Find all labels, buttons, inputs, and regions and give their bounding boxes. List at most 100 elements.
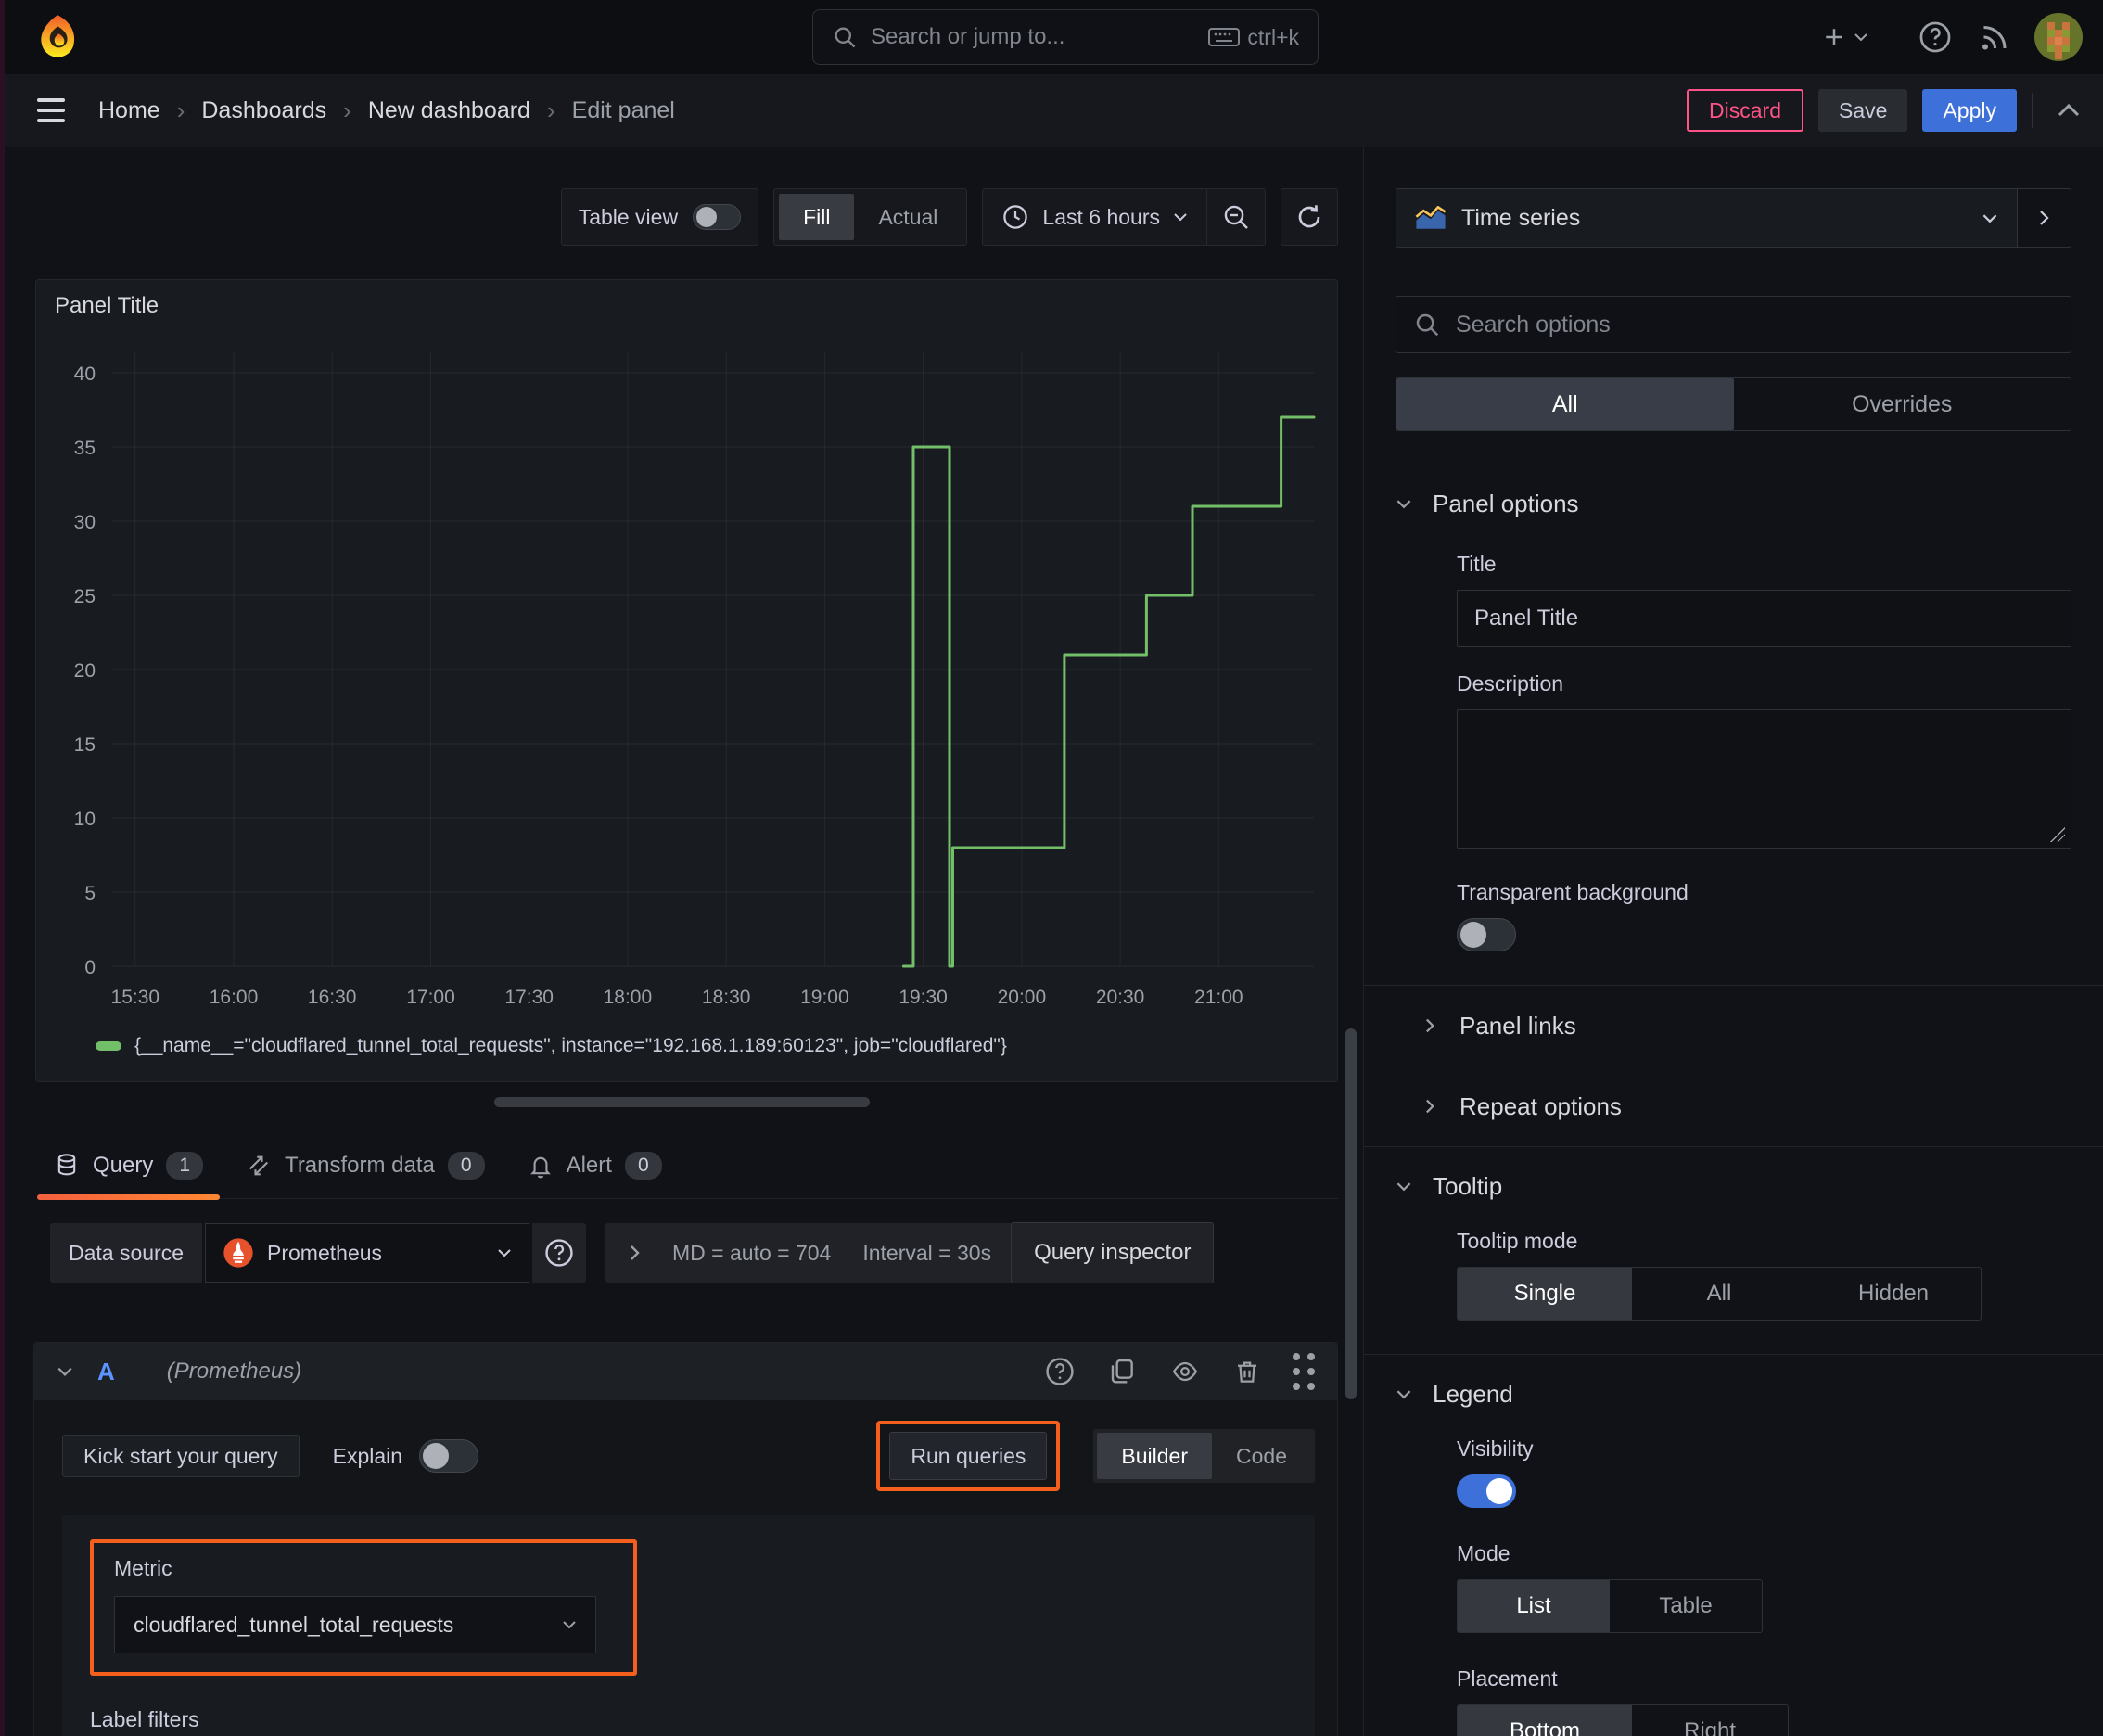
apply-button[interactable]: Apply (1922, 89, 2017, 132)
chevron-right-icon[interactable] (630, 1245, 641, 1261)
help-icon[interactable] (1044, 1356, 1076, 1387)
tooltip-mode-label: Tooltip mode (1457, 1229, 1578, 1253)
pane-resize-handle[interactable] (493, 1097, 870, 1107)
panel-options-body: Title Description Transparent background (1396, 542, 2071, 985)
legend-body: Visibility Mode List Table Placement Bot… (1396, 1433, 2071, 1736)
max-data-points[interactable]: MD = auto = 704 (672, 1241, 831, 1266)
legend-visibility-toggle[interactable] (1457, 1474, 1516, 1508)
datasource-select[interactable]: Prometheus (205, 1223, 530, 1283)
interval[interactable]: Interval = 30s (862, 1241, 991, 1266)
user-avatar[interactable] (2034, 13, 2083, 61)
legend-mode-label: Mode (1457, 1541, 1510, 1565)
query-inspector-button[interactable]: Query inspector (1011, 1222, 1215, 1283)
tooltip-mode-single[interactable]: Single (1458, 1268, 1632, 1320)
title-input[interactable] (1457, 590, 2071, 647)
run-queries-button[interactable]: Run queries (889, 1432, 1048, 1480)
transparent-toggle[interactable] (1457, 918, 1516, 951)
svg-text:0: 0 (84, 957, 96, 978)
tooltip-body: Tooltip mode Single All Hidden (1396, 1225, 2071, 1354)
collapse-header-button[interactable] (2057, 103, 2081, 118)
breadcrumb: Home › Dashboards › New dashboard › Edit… (98, 96, 675, 125)
menu-toggle-button[interactable] (37, 98, 65, 122)
tab-query[interactable]: Query 1 (37, 1139, 221, 1200)
legend-mode-table[interactable]: Table (1610, 1580, 1762, 1632)
description-label: Description (1457, 671, 1564, 696)
svg-text:35: 35 (74, 438, 96, 459)
tooltip-header[interactable]: Tooltip (1396, 1147, 2071, 1225)
news-button[interactable] (1977, 20, 2010, 54)
time-range-button[interactable]: Last 6 hours (983, 189, 1206, 245)
trash-icon[interactable] (1233, 1357, 1261, 1386)
time-series-chart[interactable]: 0 5 10 15 20 25 30 35 40 15:30 16:00 16:30 17:00 17:3… (53, 326, 1320, 1028)
description-textarea[interactable] (1457, 709, 2071, 849)
refresh-button[interactable] (1281, 188, 1338, 246)
legend-header[interactable]: Legend (1396, 1355, 2071, 1433)
tab-all[interactable]: All (1396, 378, 1734, 430)
resize-handle-icon[interactable] (2050, 827, 2065, 842)
tooltip-mode-all[interactable]: All (1632, 1268, 1806, 1320)
placement-right[interactable]: Right (1632, 1705, 1788, 1736)
table-view-toggle[interactable] (693, 204, 742, 230)
svg-text:19:30: 19:30 (899, 987, 948, 1008)
explain-label: Explain (332, 1443, 403, 1468)
grafana-logo-icon[interactable] (33, 13, 82, 61)
query-row-header[interactable]: A (Prometheus) (34, 1343, 1337, 1400)
options-search[interactable]: Search options (1396, 296, 2071, 353)
datasource-value: Prometheus (267, 1240, 383, 1265)
fill-option[interactable]: Fill (779, 194, 855, 240)
placement-bottom[interactable]: Bottom (1458, 1705, 1632, 1736)
global-search-input[interactable]: Search or jump to... ctrl+k (812, 9, 1319, 65)
builder-option[interactable]: Builder (1097, 1433, 1213, 1479)
kick-start-button[interactable]: Kick start your query (62, 1435, 300, 1477)
panel-title: Panel Title (55, 293, 159, 318)
code-option[interactable]: Code (1212, 1433, 1311, 1479)
eye-icon[interactable] (1168, 1358, 1202, 1385)
tab-transform-data[interactable]: Transform data 0 (229, 1139, 502, 1198)
viz-suggestions-button[interactable] (2018, 188, 2071, 248)
repeat-options-row[interactable]: Repeat options (1364, 1066, 2103, 1146)
explain-toggle[interactable] (419, 1439, 479, 1473)
query-toolbar: Kick start your query Explain Run querie… (62, 1421, 1315, 1491)
new-menu-button[interactable] (1820, 23, 1868, 51)
duplicate-icon[interactable] (1107, 1357, 1137, 1386)
tooltip-mode-hidden[interactable]: Hidden (1806, 1268, 1981, 1320)
drag-handle-icon[interactable] (1293, 1353, 1315, 1390)
breadcrumb-dashboards[interactable]: Dashboards (201, 97, 326, 124)
legend-mode-list[interactable]: List (1458, 1580, 1610, 1632)
help-button[interactable] (1918, 19, 1953, 55)
tab-alert[interactable]: Alert 0 (511, 1139, 679, 1198)
series-color-icon[interactable] (96, 1041, 121, 1051)
save-button[interactable]: Save (1818, 89, 1908, 132)
panel-links-row[interactable]: Panel links (1364, 985, 2103, 1066)
query-editor-card: A (Prometheus) Kick start your query Exp… (33, 1342, 1338, 1736)
tab-transform-count: 0 (447, 1152, 485, 1180)
svg-text:17:00: 17:00 (406, 987, 455, 1008)
prometheus-icon (223, 1238, 253, 1268)
panel-preview[interactable]: Panel Title 0 5 10 15 20 25 30 35 40 15:30 16:00 16… (35, 279, 1338, 1082)
viz-type-select[interactable]: Time series (1396, 188, 2018, 248)
breadcrumb-new-dashboard[interactable]: New dashboard (368, 97, 530, 124)
discard-button[interactable]: Discard (1687, 89, 1804, 132)
tab-transform-label: Transform data (285, 1153, 435, 1178)
svg-text:16:00: 16:00 (210, 987, 259, 1008)
svg-text:19:00: 19:00 (800, 987, 849, 1008)
actual-option[interactable]: Actual (854, 194, 962, 240)
breadcrumb-edit-panel: Edit panel (571, 96, 675, 123)
panel-options-header[interactable]: Panel options (1396, 465, 2071, 542)
svg-text:21:00: 21:00 (1194, 987, 1243, 1008)
scrollbar-thumb[interactable] (1345, 1028, 1357, 1399)
tab-overrides[interactable]: Overrides (1734, 378, 2071, 430)
zoom-out-time-button[interactable] (1206, 189, 1265, 245)
metric-select[interactable]: cloudflared_tunnel_total_requests (114, 1596, 596, 1653)
window-edge (0, 0, 5, 1736)
tab-query-count: 1 (166, 1152, 204, 1180)
time-range-label: Last 6 hours (1042, 204, 1160, 229)
series-label[interactable]: {__name__="cloudflared_tunnel_total_requ… (134, 1035, 1007, 1057)
chevron-down-icon (1174, 213, 1187, 222)
panel-options-section: Panel options Title Description Transpar… (1364, 465, 2103, 985)
datasource-help-button[interactable] (532, 1223, 587, 1283)
repeat-options-label: Repeat options (1459, 1091, 1622, 1120)
breadcrumb-home[interactable]: Home (98, 97, 160, 124)
database-icon (57, 1154, 76, 1176)
chevron-down-icon (1982, 213, 1997, 223)
